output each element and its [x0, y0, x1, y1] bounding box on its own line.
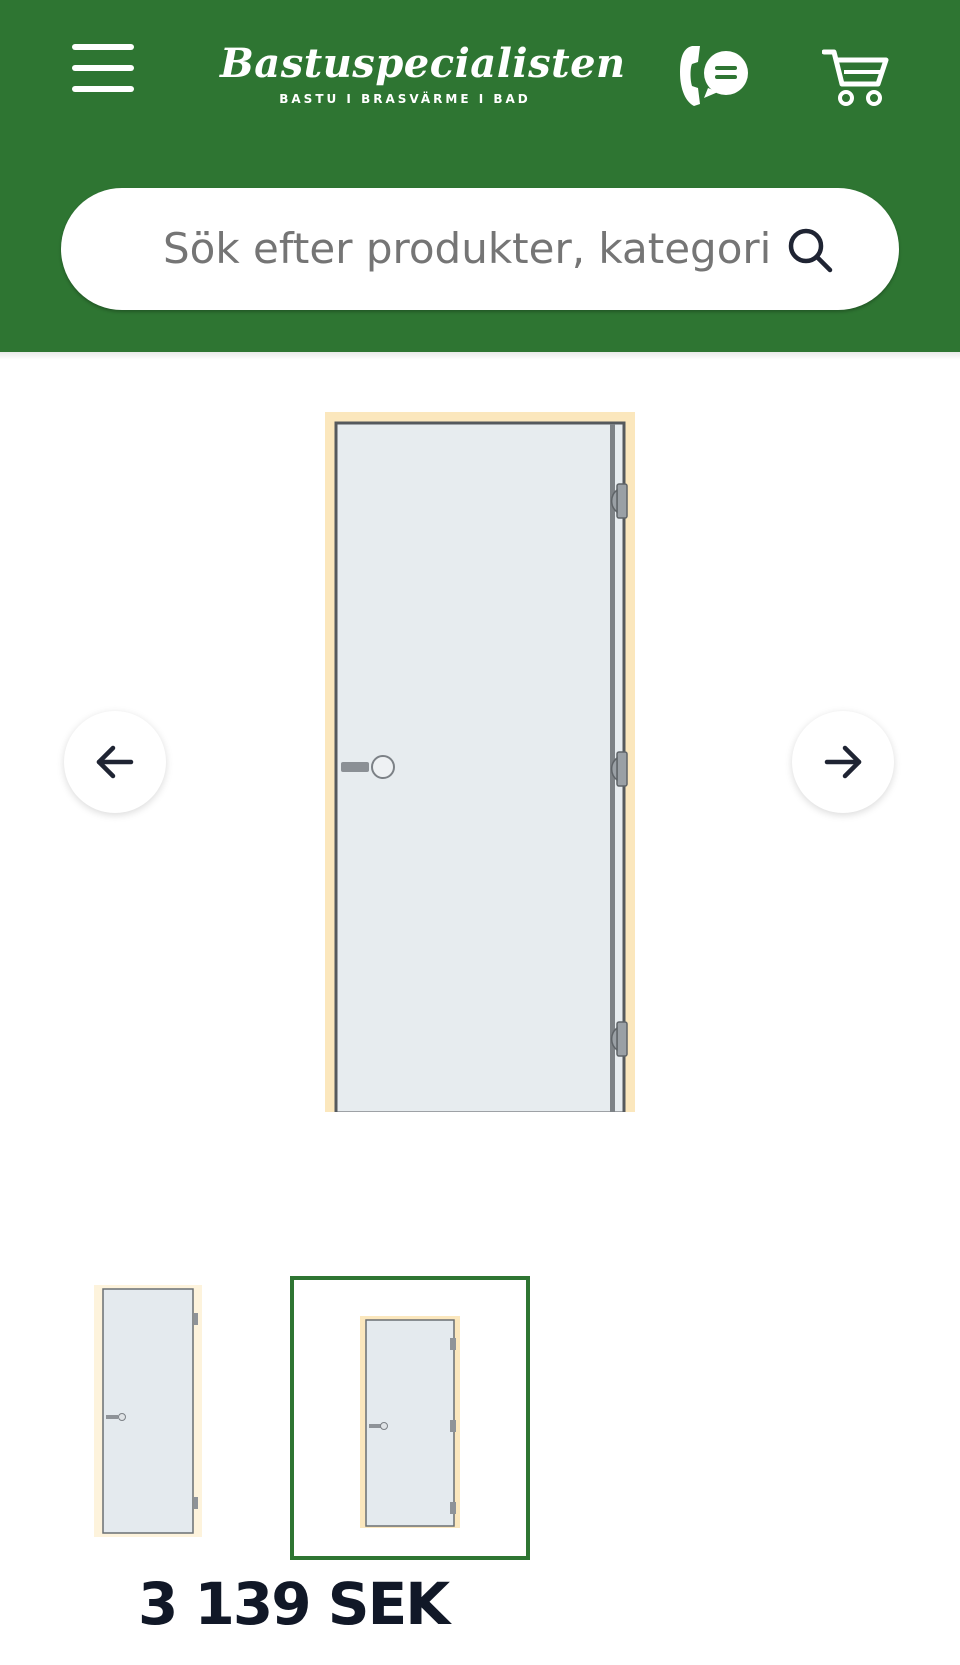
next-image-button[interactable]: [792, 711, 894, 813]
site-header: Bastuspecialisten BASTU I BRASVÄRME I BA…: [0, 0, 960, 352]
search-input[interactable]: [163, 216, 853, 282]
previous-image-button[interactable]: [64, 711, 166, 813]
shopping-cart-icon[interactable]: [821, 46, 890, 108]
thumbnail-1[interactable]: [94, 1285, 202, 1537]
search-icon[interactable]: [785, 225, 835, 275]
main-product-image[interactable]: [325, 412, 635, 1115]
search-bar: [61, 188, 899, 310]
thumbnail-2-selected[interactable]: [290, 1276, 530, 1560]
arrow-left-icon: [96, 745, 134, 779]
logo-name: Bastuspecialisten: [220, 40, 626, 87]
logo-tagline: BASTU I BRASVÄRME I BAD: [279, 92, 531, 106]
hamburger-menu-icon[interactable]: [72, 44, 134, 92]
phone-chat-icon[interactable]: [676, 40, 756, 112]
header-shadow: [0, 352, 960, 360]
site-logo[interactable]: Bastuspecialisten BASTU I BRASVÄRME I BA…: [220, 38, 626, 118]
product-price: 3 139 SEK: [138, 1570, 450, 1638]
arrow-right-icon: [824, 745, 862, 779]
